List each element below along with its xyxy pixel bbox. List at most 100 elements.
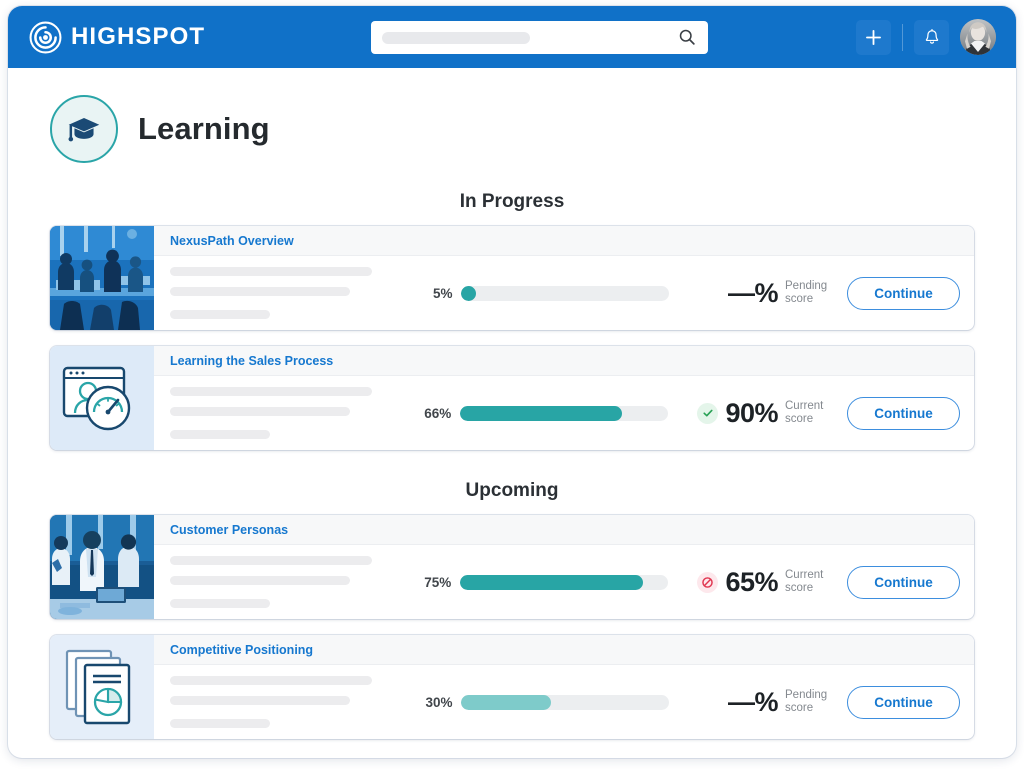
course-card-header: Customer Personas (154, 515, 974, 545)
placeholder-line (170, 430, 270, 439)
blocked-circle-icon (702, 576, 714, 588)
page-header: Learning (30, 68, 994, 167)
course-thumbnail (50, 635, 154, 739)
course-thumbnail (50, 226, 154, 330)
course-description-placeholder (170, 267, 388, 319)
photo-meeting-blue-duotone (50, 515, 154, 619)
course-description-placeholder (170, 387, 388, 439)
course-score: 90% Current score (697, 398, 833, 429)
user-avatar-image (960, 19, 996, 55)
score-label: Current score (785, 400, 833, 426)
placeholder-line (170, 407, 350, 416)
highspot-logo-icon (29, 21, 62, 53)
section-title-in-progress: In Progress (459, 191, 565, 212)
score-label: Pending score (785, 280, 833, 306)
progress-bar-fill (460, 574, 644, 590)
search-bar[interactable] (371, 21, 708, 54)
course-card-main: 66% 90% Current score Continue (154, 376, 974, 450)
course-title[interactable]: Customer Personas (170, 523, 288, 537)
score-value: —% (727, 686, 779, 717)
add-button[interactable] (856, 19, 891, 55)
continue-button[interactable]: Continue (847, 565, 960, 599)
status-badge (700, 692, 721, 713)
section-title-upcoming: Upcoming (465, 480, 559, 501)
progress-percent-label: 30% (425, 694, 453, 710)
progress-bar[interactable] (461, 694, 670, 710)
placeholder-line (170, 599, 270, 608)
course-card-main: 5% —% Pending score Continue (154, 256, 974, 330)
search-icon[interactable] (678, 28, 696, 46)
score-label-line1: Pending (785, 280, 828, 292)
course-card-main: 30% —% Pending score Continue (154, 665, 974, 739)
topbar-actions (856, 6, 996, 68)
progress-bar[interactable] (460, 405, 669, 421)
placeholder-line (170, 696, 350, 705)
score-value: —% (727, 277, 779, 308)
course-thumbnail (50, 515, 154, 619)
illustration-browser-person-gauge (50, 346, 154, 450)
score-label: Pending score (785, 689, 833, 715)
learning-badge (50, 95, 118, 163)
course-description-placeholder (170, 676, 388, 728)
page-title: Learning (138, 111, 270, 146)
course-progress: 30% (388, 694, 700, 710)
learning-page: Learning In Progress NexusPath Overview … (8, 68, 1016, 739)
search-input-placeholder[interactable] (382, 31, 530, 44)
topbar-divider (902, 23, 903, 51)
score-label-line1: Current (785, 569, 824, 581)
illustration-documents-piechart (50, 635, 154, 739)
app-window: HIGHSPOT Learning In Progress NexusPath … (8, 6, 1016, 758)
notifications-button[interactable] (914, 19, 949, 55)
course-card[interactable]: Competitive Positioning 30% —% Pending s… (50, 635, 974, 739)
course-card-body: Customer Personas 75% 65% Current score … (154, 515, 974, 619)
score-value: 65% (725, 566, 778, 597)
score-label: Current score (785, 569, 833, 595)
bell-icon (925, 28, 938, 44)
avatar[interactable] (960, 19, 996, 55)
progress-percent-label: 66% (424, 405, 452, 421)
course-card-header: Competitive Positioning (154, 635, 974, 665)
progress-percent-label: 5% (432, 285, 453, 301)
continue-button[interactable]: Continue (847, 396, 960, 430)
score-label-line1: Pending (785, 689, 828, 701)
progress-bar[interactable] (461, 285, 670, 301)
score-label-line1: Current (785, 400, 824, 412)
score-label-line2: score (785, 582, 814, 594)
course-card-main: 75% 65% Current score Continue (154, 545, 974, 619)
placeholder-line (170, 387, 372, 396)
progress-bar-fill (461, 694, 551, 710)
course-card-body: NexusPath Overview 5% —% Pending score C… (154, 226, 974, 330)
placeholder-line (170, 556, 372, 565)
course-card-header: NexusPath Overview (154, 226, 974, 256)
continue-button[interactable]: Continue (847, 276, 960, 310)
score-label-line2: score (785, 293, 814, 305)
progress-bar[interactable] (460, 574, 669, 590)
placeholder-line (170, 719, 270, 728)
brand-logo[interactable]: HIGHSPOT (29, 21, 205, 54)
course-card[interactable]: Learning the Sales Process 66% 90% Curre… (50, 346, 974, 450)
course-title[interactable]: Learning the Sales Process (170, 354, 333, 368)
course-card[interactable]: NexusPath Overview 5% —% Pending score C… (50, 226, 974, 330)
course-card-body: Competitive Positioning 30% —% Pending s… (154, 635, 974, 739)
course-score: —% Pending score (700, 278, 833, 309)
course-thumbnail (50, 346, 154, 450)
status-badge (697, 402, 719, 424)
brand-name: HIGHSPOT (71, 23, 206, 50)
plus-icon (866, 29, 881, 45)
course-card-body: Learning the Sales Process 66% 90% Curre… (154, 346, 974, 450)
course-card-header: Learning the Sales Process (154, 346, 974, 376)
graduation-cap-icon (68, 118, 100, 142)
course-title[interactable]: Competitive Positioning (170, 643, 313, 657)
progress-bar-fill (460, 405, 623, 421)
continue-button[interactable]: Continue (847, 685, 960, 719)
course-score: —% Pending score (700, 687, 833, 718)
status-badge (700, 283, 721, 304)
placeholder-line (170, 267, 372, 276)
placeholder-line (170, 310, 270, 319)
course-score: 65% Current score (697, 567, 833, 598)
course-title[interactable]: NexusPath Overview (170, 234, 294, 248)
placeholder-line (170, 576, 350, 585)
course-card[interactable]: Customer Personas 75% 65% Current score … (50, 515, 974, 619)
score-label-line2: score (785, 413, 814, 425)
course-progress: 66% (388, 405, 697, 421)
